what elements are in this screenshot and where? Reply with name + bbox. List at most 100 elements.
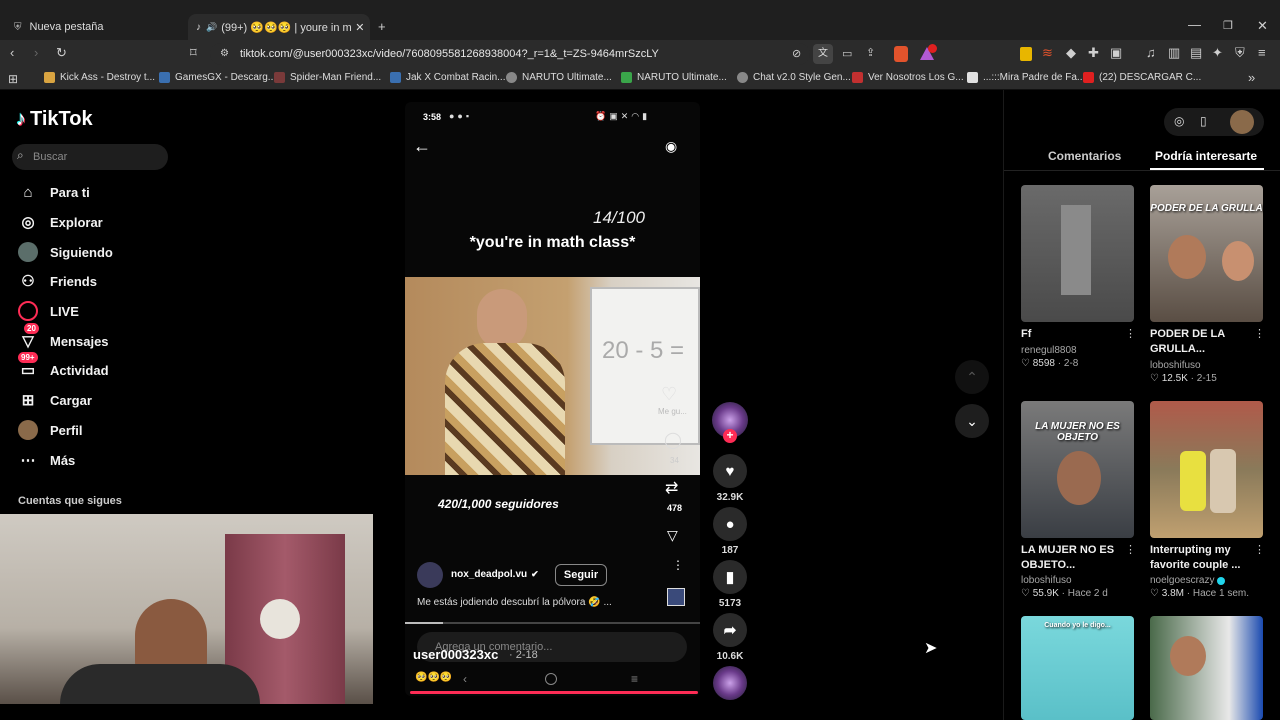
extensions-puzzle-icon[interactable]: ✚ <box>1088 46 1099 60</box>
like-button[interactable]: ♥ 32.9K <box>710 454 750 503</box>
bookmark-label: GamesGX - Descarg... <box>175 72 277 83</box>
video-thumbnail[interactable] <box>1150 401 1263 538</box>
compass-small-icon[interactable]: ◎ <box>1174 114 1184 128</box>
search-input[interactable]: Buscar <box>33 151 67 163</box>
maximize-icon[interactable]: ❐ <box>1223 19 1233 33</box>
bookmark-item[interactable]: Spider-Man Friend... <box>274 72 381 83</box>
nav-label: Explorar <box>50 214 103 230</box>
share-button[interactable]: ➦ 10.6K <box>710 613 750 662</box>
video-thumbnail[interactable] <box>1150 616 1263 720</box>
card-more-icon[interactable]: ⋮ <box>1125 543 1136 556</box>
creator-avatar[interactable] <box>417 562 443 588</box>
nav-mas[interactable]: ⋯ Más <box>18 450 76 470</box>
bookmark-item[interactable]: ...:::Mira Padre de Fa... <box>967 72 1085 83</box>
uploader-name[interactable]: user000323xc <box>413 647 498 662</box>
previous-video-button[interactable]: ⌃ <box>955 360 989 394</box>
nav-actividad[interactable]: ▭ 99+ Actividad <box>18 352 109 380</box>
video-thumbnail[interactable]: LA MUJER NO ES OBJETO <box>1021 401 1134 538</box>
tab-tiktok[interactable]: ♪ 🔊 (99+) 🥺🥺🥺 | youre in math ✕ <box>188 14 370 40</box>
apps-grid-icon[interactable]: ⊞ <box>8 72 18 86</box>
follow-plus-icon[interactable]: + <box>723 429 737 443</box>
tab-new[interactable]: ⛨ Nueva pestaña <box>8 14 186 40</box>
follow-button[interactable]: Seguir <box>555 564 607 586</box>
diamond-icon[interactable]: ◆ <box>1066 46 1076 60</box>
device-icon[interactable]: ▯ <box>1200 114 1207 128</box>
back-icon[interactable]: ‹ <box>10 46 14 60</box>
vpn-shield-icon[interactable]: ⛨ <box>1235 46 1245 60</box>
site-settings-icon[interactable]: ⚙ <box>220 47 229 61</box>
save-button[interactable]: ▮ 5173 <box>710 560 750 609</box>
bookmark-item[interactable]: Kick Ass - Destroy t... <box>44 72 155 83</box>
bookmark-item[interactable]: Chat v2.0 Style Gen... <box>737 72 851 83</box>
menu-icon[interactable]: ≡ <box>1258 46 1266 60</box>
card-title[interactable]: Ff <box>1021 327 1031 342</box>
video-player[interactable]: 3:58 ●●▪ ⏰▣✕◠▮ ← ◉ 14/100 *you're in mat… <box>405 102 700 696</box>
bookmark-item[interactable]: GamesGX - Descarg... <box>159 72 276 83</box>
creator-name[interactable]: nox_deadpol.vu ✔ <box>451 569 539 580</box>
ai-sparkle-icon[interactable]: ✦ <box>1212 46 1223 60</box>
scrubber-bar[interactable] <box>410 691 698 694</box>
new-tab-icon[interactable]: + <box>378 20 386 34</box>
music-disc-icon[interactable] <box>713 666 747 700</box>
camera-icon[interactable]: ◉ <box>665 138 677 155</box>
sound-thumbnail[interactable] <box>667 588 685 606</box>
tab-comentarios[interactable]: Comentarios <box>1048 149 1121 163</box>
back-arrow-icon[interactable]: ← <box>413 136 431 157</box>
address-bar[interactable]: ⚙ tiktok.com/@user000323xc/video/7608095… <box>210 43 810 65</box>
nav-siguiendo[interactable]: Siguiendo <box>18 242 113 262</box>
extension-icon[interactable] <box>1020 47 1032 61</box>
card-title[interactable]: Interrupting my favorite couple ... <box>1150 543 1254 573</box>
tiktok-logo[interactable]: ♪ TikTok <box>16 108 93 131</box>
nav-live[interactable]: LIVE <box>18 301 79 321</box>
card-author[interactable]: loboshifuso <box>1021 575 1072 586</box>
video-thumbnail[interactable] <box>1021 185 1134 322</box>
close-window-icon[interactable]: ✕ <box>1257 19 1268 33</box>
reload-icon[interactable]: ↻ <box>56 46 67 60</box>
card-more-icon[interactable]: ⋮ <box>1125 327 1136 340</box>
bookmark-item[interactable]: NARUTO Ultimate... <box>506 72 612 83</box>
search-box[interactable]: ⌕ Buscar <box>12 144 168 170</box>
card-more-icon[interactable]: ⋮ <box>1254 327 1265 340</box>
forward-icon[interactable]: › <box>34 46 38 60</box>
sidebar-icon[interactable]: ▥ <box>1168 46 1180 60</box>
fridge-shape <box>1061 205 1091 295</box>
no-tracking-icon[interactable]: ⊘ <box>792 47 801 61</box>
share-icon[interactable]: ⇪ <box>866 46 875 60</box>
card-author[interactable]: loboshifuso <box>1150 360 1201 371</box>
card-title[interactable]: PODER DE LA GRULLA... <box>1150 327 1250 357</box>
user-avatar[interactable] <box>1230 110 1254 134</box>
nav-cargar[interactable]: ⊞ Cargar <box>18 390 92 410</box>
nav-friends[interactable]: ⚇ Friends <box>18 271 97 291</box>
card-author-row[interactable]: noelgoescrazy <box>1150 575 1226 586</box>
close-tab-icon[interactable]: ✕ <box>355 21 364 34</box>
cast-icon[interactable]: ▭ <box>842 47 852 61</box>
bookmark-item[interactable]: Ver Nosotros Los G... <box>852 72 964 83</box>
bookmark-item[interactable]: (22) DESCARGAR C... <box>1083 72 1201 83</box>
card-author[interactable]: renegul8808 <box>1021 345 1077 356</box>
screenshot-icon[interactable]: ▣ <box>1110 46 1122 60</box>
bookmark-item[interactable]: NARUTO Ultimate... <box>621 72 727 83</box>
next-video-button[interactable]: ⌄ <box>955 404 989 438</box>
brave-shield-icon[interactable] <box>894 46 908 62</box>
wallet-icon[interactable]: ▤ <box>1190 46 1202 60</box>
nav-perfil[interactable]: Perfil <box>18 420 83 440</box>
progress-track[interactable] <box>405 622 700 624</box>
bookmark-icon[interactable]: ⌑ <box>190 46 197 60</box>
video-thumbnail[interactable]: PODER DE LA GRULLA <box>1150 185 1263 322</box>
tab-podria-interesarte[interactable]: Podría interesarte <box>1155 149 1257 163</box>
nav-mensajes[interactable]: ▽ 20 Mensajes <box>18 323 109 351</box>
more-bookmarks-icon[interactable]: » <box>1248 71 1255 85</box>
bookmark-item[interactable]: Jak X Combat Racin... <box>390 72 505 83</box>
url-text[interactable]: tiktok.com/@user000323xc/video/760809558… <box>240 48 659 60</box>
video-thumbnail[interactable]: Cuando yo le digo... <box>1021 616 1134 720</box>
music-icon[interactable]: ♫ <box>1146 46 1156 60</box>
nav-para-ti[interactable]: ⌂ Para ti <box>18 182 89 202</box>
rss-icon[interactable]: ≋ <box>1042 46 1053 60</box>
comment-button[interactable]: ● 187 <box>710 507 750 556</box>
nav-explorar[interactable]: ◎ Explorar <box>18 212 103 232</box>
card-title[interactable]: LA MUJER NO ES OBJETO... <box>1021 543 1121 573</box>
card-more-icon[interactable]: ⋮ <box>1254 543 1265 556</box>
translate-icon[interactable]: 文 <box>813 44 833 64</box>
minimize-icon[interactable]: — <box>1188 18 1201 32</box>
inner-comments-count: 34 <box>670 456 679 465</box>
